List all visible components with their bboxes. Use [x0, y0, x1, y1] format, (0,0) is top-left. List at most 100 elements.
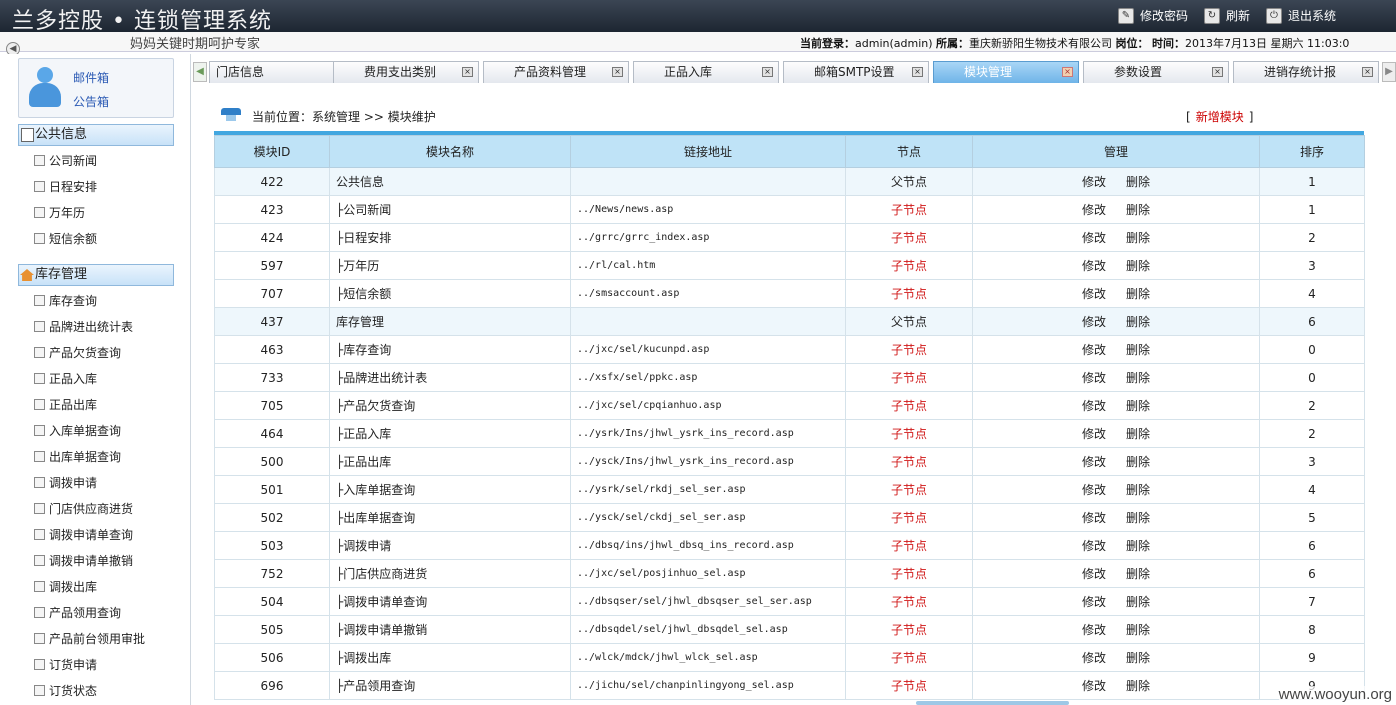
- sidebar-item-company-news[interactable]: 公司新闻: [34, 152, 97, 169]
- sidebar-item-supplier-purchase[interactable]: 门店供应商进货: [34, 500, 133, 517]
- tab-parameters[interactable]: 参数设置 ×: [1083, 61, 1229, 83]
- edit-link[interactable]: 修改: [1082, 315, 1106, 329]
- sidebar-section-inventory[interactable]: 库存管理: [18, 264, 174, 286]
- close-icon[interactable]: ×: [1062, 67, 1073, 77]
- delete-link[interactable]: 删除: [1126, 259, 1150, 273]
- edit-link[interactable]: 修改: [1082, 651, 1106, 665]
- delete-link[interactable]: 删除: [1126, 399, 1150, 413]
- logout-label: 退出系统: [1287, 9, 1336, 23]
- edit-link[interactable]: 修改: [1082, 483, 1106, 497]
- delete-link[interactable]: 删除: [1126, 651, 1150, 665]
- cell-name: ├入库单据查询: [329, 475, 571, 504]
- sidebar-item-calendar[interactable]: 万年历: [34, 204, 85, 221]
- cell-id: 503: [214, 531, 330, 560]
- cell-name: ├正品出库: [329, 447, 571, 476]
- edit-link[interactable]: 修改: [1082, 539, 1106, 553]
- refresh-link[interactable]: ↻ 刷新: [1203, 7, 1250, 24]
- delete-link[interactable]: 删除: [1126, 567, 1150, 581]
- mailbox-link[interactable]: 邮件箱: [73, 69, 109, 86]
- delete-link[interactable]: 删除: [1126, 455, 1150, 469]
- close-icon[interactable]: ×: [1212, 67, 1223, 77]
- delete-link[interactable]: 删除: [1126, 203, 1150, 217]
- cell-name: ├出库单据查询: [329, 503, 571, 532]
- tab-product-data[interactable]: 产品资料管理 ×: [483, 61, 629, 83]
- col-header-order: 排序: [1259, 135, 1365, 168]
- edit-link[interactable]: 修改: [1082, 287, 1106, 301]
- delete-link[interactable]: 删除: [1126, 623, 1150, 637]
- tab-scroll-left-icon[interactable]: ◀: [193, 62, 207, 82]
- delete-link[interactable]: 删除: [1126, 343, 1150, 357]
- sidebar-item-transfer-cancel[interactable]: 调拨申请单撤销: [34, 552, 133, 569]
- close-icon[interactable]: ×: [912, 67, 923, 77]
- cell-id: 464: [214, 419, 330, 448]
- edit-link[interactable]: 修改: [1082, 595, 1106, 609]
- edit-link[interactable]: 修改: [1082, 399, 1106, 413]
- sidebar-item-transfer-request[interactable]: 调拨申请: [34, 474, 97, 491]
- sidebar-item-goods-in[interactable]: 正品入库: [34, 370, 97, 387]
- sub-header: 妈妈关键时期呵护专家 当前登录：admin(admin) 所属：重庆新骄阳生物技…: [0, 32, 1396, 52]
- table-row: 501 ├入库单据查询 ../ysrk/sel/rkdj_sel_ser.asp 子节…: [214, 475, 1365, 504]
- edit-link[interactable]: 修改: [1082, 567, 1106, 581]
- cell-id: 505: [214, 615, 330, 644]
- notice-link[interactable]: 公告箱: [73, 93, 109, 110]
- edit-link[interactable]: 修改: [1082, 371, 1106, 385]
- cell-name: ├调拨出库: [329, 643, 571, 672]
- sidebar-item-order-request[interactable]: 订货申请: [34, 656, 97, 673]
- tab-expense-category[interactable]: 费用支出类别 ×: [333, 61, 479, 83]
- close-icon[interactable]: ×: [762, 67, 773, 77]
- close-icon[interactable]: ×: [612, 67, 623, 77]
- sidebar-item-sms-balance[interactable]: 短信余额: [34, 230, 97, 247]
- change-password-link[interactable]: ✎ 修改密码: [1117, 7, 1188, 24]
- cell-node: 子节点: [845, 531, 973, 560]
- delete-link[interactable]: 删除: [1126, 511, 1150, 525]
- sidebar-item-order-status[interactable]: 订货状态: [34, 682, 97, 699]
- delete-link[interactable]: 删除: [1126, 427, 1150, 441]
- cell-node: 子节点: [845, 559, 973, 588]
- sidebar-item-usage-approval[interactable]: 产品前台领用审批: [34, 630, 145, 647]
- delete-link[interactable]: 删除: [1126, 175, 1150, 189]
- delete-link[interactable]: 删除: [1126, 371, 1150, 385]
- close-icon[interactable]: ×: [1362, 67, 1373, 77]
- delete-link[interactable]: 删除: [1126, 595, 1150, 609]
- logout-link[interactable]: ⏻ 退出系统: [1265, 7, 1336, 24]
- tab-goods-in[interactable]: 正品入库 ×: [633, 61, 779, 83]
- edit-link[interactable]: 修改: [1082, 679, 1106, 693]
- delete-link[interactable]: 删除: [1126, 539, 1150, 553]
- sidebar-item-stock-query[interactable]: 库存查询: [34, 292, 97, 309]
- tab-inventory-stats[interactable]: 进销存统计报 ×: [1233, 61, 1379, 83]
- delete-link[interactable]: 删除: [1126, 315, 1150, 329]
- delete-link[interactable]: 删除: [1126, 483, 1150, 497]
- sidebar-item-usage-query[interactable]: 产品领用查询: [34, 604, 121, 621]
- edit-link[interactable]: 修改: [1082, 623, 1106, 637]
- edit-link[interactable]: 修改: [1082, 175, 1106, 189]
- cell-order: 3: [1259, 447, 1365, 476]
- edit-link[interactable]: 修改: [1082, 427, 1106, 441]
- sidebar-section-public[interactable]: 公共信息: [18, 124, 174, 146]
- sidebar-item-in-docs[interactable]: 入库单据查询: [34, 422, 121, 439]
- tab-smtp-settings[interactable]: 邮箱SMTP设置 ×: [783, 61, 929, 83]
- sidebar-item-transfer-query[interactable]: 调拨申请单查询: [34, 526, 133, 543]
- col-header-node: 节点: [845, 135, 973, 168]
- sidebar-item-out-docs[interactable]: 出库单据查询: [34, 448, 121, 465]
- edit-link[interactable]: 修改: [1082, 455, 1106, 469]
- delete-link[interactable]: 删除: [1126, 231, 1150, 245]
- tab-module-management[interactable]: 模块管理 ×: [933, 61, 1079, 83]
- delete-link[interactable]: 删除: [1126, 679, 1150, 693]
- edit-link[interactable]: 修改: [1082, 511, 1106, 525]
- horizontal-scrollbar[interactable]: [916, 701, 1069, 705]
- sidebar-item-schedule[interactable]: 日程安排: [34, 178, 97, 195]
- edit-link[interactable]: 修改: [1082, 259, 1106, 273]
- sidebar-item-brand-stats[interactable]: 品牌进出统计表: [34, 318, 133, 335]
- delete-link[interactable]: 删除: [1126, 287, 1150, 301]
- edit-link[interactable]: 修改: [1082, 203, 1106, 217]
- sidebar-item-shortage-query[interactable]: 产品欠货查询: [34, 344, 121, 361]
- tab-scroll-right-icon[interactable]: ▶: [1382, 62, 1396, 82]
- edit-link[interactable]: 修改: [1082, 343, 1106, 357]
- close-icon[interactable]: ×: [462, 67, 473, 77]
- add-module-link[interactable]: 新增模块: [1196, 110, 1244, 124]
- sidebar-item-transfer-out[interactable]: 调拨出库: [34, 578, 97, 595]
- cell-name: ├调拨申请: [329, 531, 571, 560]
- sidebar-item-goods-out[interactable]: 正品出库: [34, 396, 97, 413]
- edit-link[interactable]: 修改: [1082, 231, 1106, 245]
- tab-store-info[interactable]: 门店信息×: [209, 61, 353, 83]
